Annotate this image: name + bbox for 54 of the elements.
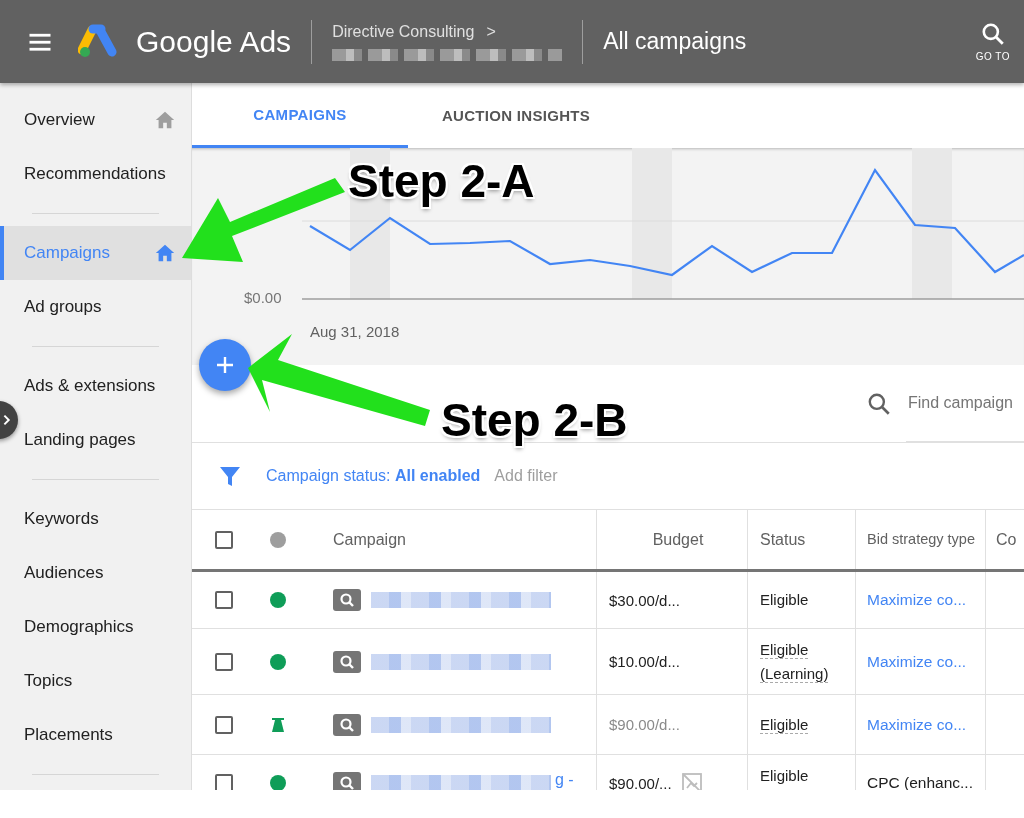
status-dot xyxy=(269,653,286,670)
checkbox[interactable] xyxy=(214,652,233,671)
status-text: Eligible xyxy=(760,640,809,659)
search-campaign-icon xyxy=(333,650,361,673)
status-text: (Learning) xyxy=(760,664,829,683)
checkbox[interactable] xyxy=(214,774,233,790)
column-header[interactable]: Campaign xyxy=(300,510,597,569)
search-field[interactable]: Find campaign xyxy=(906,365,1024,442)
account-name[interactable]: Directive Consulting > xyxy=(332,22,563,41)
budget-value: $90.00/d... xyxy=(609,716,680,733)
search-campaign-icon xyxy=(333,713,361,736)
bid-strategy-link[interactable]: Maximize co... xyxy=(867,591,967,609)
sidebar-item[interactable]: Overview xyxy=(24,110,95,130)
filter-chip[interactable]: Campaign status: All enabled xyxy=(266,467,481,485)
product-name: Google Ads xyxy=(136,24,292,59)
status-text: Eligible xyxy=(760,715,809,734)
go-to-button[interactable]: GO TO xyxy=(975,21,1010,62)
checkbox[interactable] xyxy=(214,715,233,734)
sidebar-item[interactable]: Topics xyxy=(24,671,73,691)
search-campaign-icon xyxy=(333,589,361,611)
column-header[interactable]: Bid strategy type xyxy=(856,510,986,569)
checkbox[interactable] xyxy=(214,591,233,609)
sidebar-item[interactable]: Ads & extensions xyxy=(24,376,156,396)
status-text: Eligible xyxy=(760,591,809,609)
status-dot xyxy=(269,531,286,548)
bid-strategy-link[interactable]: Maximize co... xyxy=(867,715,967,734)
annotation-label: Step 2-A xyxy=(348,154,535,208)
sidebar-item[interactable]: Ad groups xyxy=(24,297,102,317)
campaign-name-link[interactable]: g - xyxy=(555,771,574,789)
column-header[interactable]: Status xyxy=(748,510,856,569)
checkbox[interactable] xyxy=(214,530,233,549)
sidebar-item[interactable]: Landing pages xyxy=(24,430,136,450)
x-axis-label: Aug 31, 2018 xyxy=(310,323,400,340)
tab[interactable]: AUCTION INSIGHTS xyxy=(408,83,624,148)
status-dot xyxy=(269,775,286,790)
sidebar-item[interactable]: Placements xyxy=(24,725,113,745)
sidebar-item[interactable]: Audiences xyxy=(24,563,104,583)
filter-icon[interactable] xyxy=(218,464,242,488)
y-axis-label: $0.00 xyxy=(244,289,282,306)
page-title: All campaigns xyxy=(603,28,747,55)
annotation-label: Step 2-B xyxy=(441,393,628,447)
experiment-icon xyxy=(269,716,286,733)
go-to-label: GO TO xyxy=(975,51,1010,62)
column-header[interactable]: Budget xyxy=(597,510,748,569)
sidebar-item[interactable]: Recommendations xyxy=(24,164,166,184)
status-dot xyxy=(269,592,286,608)
status-text: Eligible xyxy=(760,767,809,785)
column-header[interactable]: Co xyxy=(986,510,1024,569)
budget-value: $30.00/d... xyxy=(609,591,680,609)
sidebar-item[interactable]: Demographics xyxy=(24,617,134,637)
sidebar-item[interactable]: Keywords xyxy=(24,509,99,529)
budget-value: $90.00/... xyxy=(609,774,672,790)
budget-value: $10.00/d... xyxy=(609,653,680,670)
bid-strategy-link[interactable]: Maximize co... xyxy=(867,652,967,671)
